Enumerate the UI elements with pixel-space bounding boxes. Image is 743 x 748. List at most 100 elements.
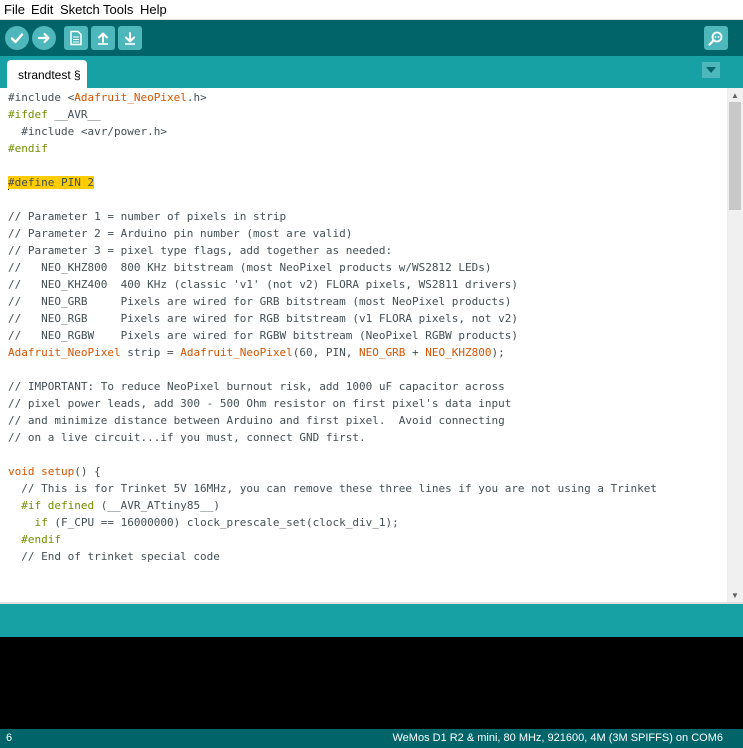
arrow-up-icon [98,32,108,45]
code-line: #endif [8,531,61,548]
code-line: // on a live circuit...if you must, conn… [8,429,366,446]
arrow-right-icon [37,32,50,44]
menu-sketch[interactable]: Sketch [60,2,100,17]
code-token: // NEO_KHZ800 800 KHz bitstream (most Ne… [8,261,492,274]
code-line: // NEO_GRB Pixels are wired for GRB bits… [8,293,511,310]
code-editor[interactable]: #include <Adafruit_NeoPixel.h> #ifdef __A… [0,88,743,602]
menu-help[interactable]: Help [140,2,167,17]
code-token: #if [21,499,42,512]
code-line: Adafruit_NeoPixel strip = Adafruit_NeoPi… [8,344,505,361]
code-line: // Parameter 1 = number of pixels in str… [8,208,286,225]
code-token: #endif [21,533,61,546]
code-token: () { [74,465,101,478]
code-token: void [8,465,35,478]
code-token: #include < [8,91,75,104]
tab-bar: strandtest § [0,56,743,88]
code-line: // NEO_KHZ800 800 KHz bitstream (most Ne… [8,259,491,276]
check-icon [10,33,24,44]
menu-edit[interactable]: Edit [31,2,53,17]
code-token: // NEO_GRB Pixels are wired for GRB bits… [8,295,512,308]
code-token: // This is for Trinket 5V 16MHz, you can… [8,482,658,495]
code-line: #ifdef __AVR__ [8,106,101,123]
code-token: NEO_KHZ800 [425,346,492,359]
code-token: #define PIN 2 [8,176,95,189]
code-token: // on a live circuit...if you must, conn… [8,431,366,444]
code-line: // Parameter 3 = pixel type flags, add t… [8,242,392,259]
code-line: #include <avr/power.h> [8,123,167,140]
toolbar [0,20,743,56]
code-token: (F_CPU == 16000000) clock_prescale_set(c… [47,516,399,529]
open-button[interactable] [91,26,115,50]
console-output[interactable] [0,637,743,729]
code-token: Adafruit_NeoPixel [180,346,293,359]
board-info: WeMos D1 R2 & mini, 80 MHz, 921600, 4M (… [392,732,723,744]
code-token: // and minimize distance between Arduino… [8,414,505,427]
code-token: setup [41,465,75,478]
code-line: // IMPORTANT: To reduce NeoPixel burnout… [8,378,505,395]
magnifier-icon [708,31,723,46]
code-token: (60, PIN, [292,346,360,359]
code-token: NEO_GRB [359,346,406,359]
new-file-icon [70,30,82,46]
code-line: // pixel power leads, add 300 - 500 Ohm … [8,395,511,412]
code-line: // This is for Trinket 5V 16MHz, you can… [8,480,657,497]
serial-monitor-button[interactable] [704,26,728,50]
code-line: #include <Adafruit_NeoPixel.h> [8,89,207,106]
code-token: // IMPORTANT: To reduce NeoPixel burnout… [8,380,505,393]
menu-bar: File Edit Sketch Tools Help [0,0,743,20]
code-token: // NEO_KHZ400 400 KHz (classic 'v1' (not… [8,278,518,291]
code-line: #endif [8,140,48,157]
line-number: 6 [6,732,13,744]
save-button[interactable] [118,26,142,50]
code-token: ); [491,346,505,359]
scrollbar-thumb[interactable] [729,102,741,210]
code-token: __AVR__ [47,108,101,121]
code-token: // pixel power leads, add 300 - 500 Ohm … [8,397,512,410]
code-line: void setup() { [8,463,101,480]
menu-tools[interactable]: Tools [103,2,133,17]
code-token: // Parameter 2 = Arduino pin number (mos… [8,227,353,240]
code-line: // and minimize distance between Arduino… [8,412,505,429]
code-token: // End of trinket special code [8,550,220,563]
code-token: defined [47,499,95,512]
chevron-down-icon [706,67,716,73]
code-token: (__AVR_ATtiny85__) [94,499,220,512]
code-token: Adafruit_NeoPixel [74,91,187,104]
tab-menu-button[interactable] [702,62,720,78]
code-token: #endif [8,142,48,155]
arrow-down-icon [125,32,135,45]
code-token: // Parameter 1 = number of pixels in str… [8,210,287,223]
code-token: strip = [120,346,181,359]
code-token: // NEO_RGB Pixels are wired for RGB bits… [8,312,518,325]
code-token: if [34,516,48,529]
code-token: .h> [186,91,207,104]
code-line: // NEO_RGBW Pixels are wired for RGBW bi… [8,327,518,344]
upload-button[interactable] [32,26,56,50]
message-area [0,604,743,637]
code-line: // NEO_RGB Pixels are wired for RGB bits… [8,310,518,327]
code-line: if (F_CPU == 16000000) clock_prescale_se… [8,514,399,531]
status-bar: 6 WeMos D1 R2 & mini, 80 MHz, 921600, 4M… [0,729,743,748]
code-token: #include <avr/power.h> [8,125,167,138]
code-token: // Parameter 3 = pixel type flags, add t… [8,244,393,257]
menu-file[interactable]: File [4,2,25,17]
code-line: // End of trinket special code [8,548,220,565]
code-token: // NEO_RGBW Pixels are wired for RGBW bi… [8,329,518,342]
verify-button[interactable] [5,26,29,50]
code-token: + [405,346,426,359]
code-token: Adafruit_NeoPixel [8,346,121,359]
code-token: #ifdef [8,108,48,121]
tab-strandtest[interactable]: strandtest § [7,60,87,88]
code-line: #define PIN 2 [8,174,95,191]
new-button[interactable] [64,26,88,50]
scroll-down-arrow-icon[interactable]: ▼ [727,588,743,602]
scroll-up-arrow-icon[interactable]: ▲ [727,88,743,102]
tab-label: strandtest § [18,68,81,82]
code-line: // Parameter 2 = Arduino pin number (mos… [8,225,352,242]
code-line: // NEO_KHZ400 400 KHz (classic 'v1' (not… [8,276,518,293]
code-line: #if defined (__AVR_ATtiny85__) [8,497,220,514]
